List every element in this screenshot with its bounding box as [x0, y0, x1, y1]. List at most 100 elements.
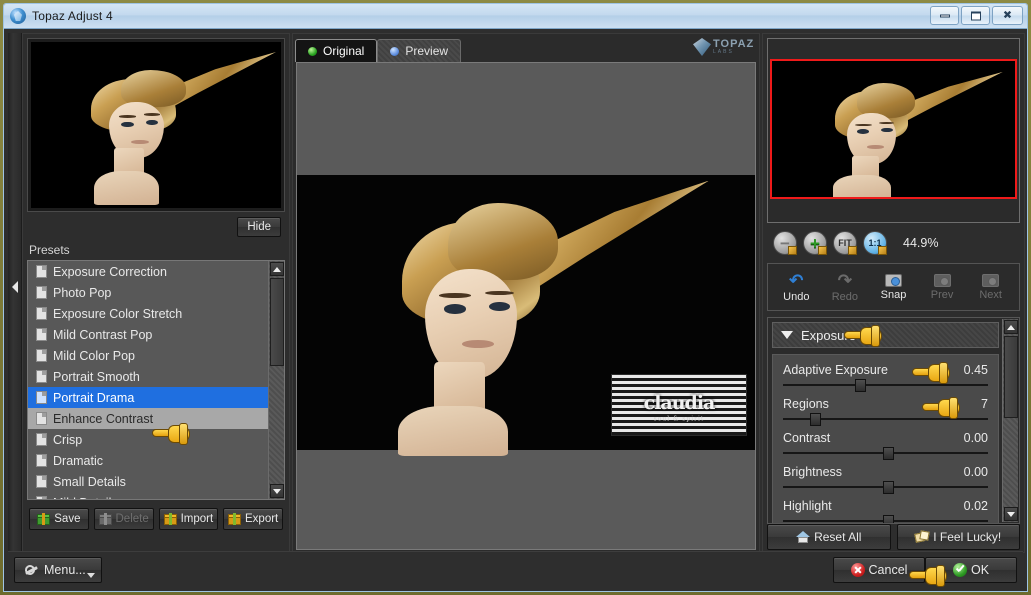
- slider-value: 0.00: [963, 465, 988, 479]
- snap-button[interactable]: Snap: [871, 273, 915, 301]
- slider-value: 0.02: [963, 499, 988, 513]
- next-button: Next: [969, 273, 1013, 301]
- preset-label: Small Details: [53, 474, 126, 489]
- ok-button[interactable]: OK: [925, 556, 1017, 583]
- topaz-diamond-icon: [693, 38, 711, 56]
- preset-list-item[interactable]: Dramatic: [28, 450, 268, 471]
- preset-list-item[interactable]: Photo Pop: [28, 282, 268, 303]
- tab-original-label: Original: [323, 44, 365, 58]
- exposure-section-header[interactable]: Exposure: [772, 322, 999, 348]
- house-icon: [796, 531, 811, 543]
- export-gift-icon: [228, 513, 241, 525]
- cancel-x-icon: [850, 562, 865, 577]
- preset-label: Portrait Smooth: [53, 369, 140, 384]
- preset-list-item[interactable]: Enhance Contrast: [28, 408, 268, 429]
- slider-track[interactable]: [783, 447, 988, 460]
- zoom-out-button[interactable]: −: [773, 231, 797, 255]
- zoom-in-button[interactable]: +: [803, 231, 827, 255]
- slider-row: Highlight 0.02: [783, 499, 988, 523]
- slider-handle[interactable]: [809, 413, 821, 426]
- navigator-image[interactable]: [770, 59, 1017, 199]
- close-button[interactable]: ✖: [992, 6, 1023, 25]
- export-preset-button[interactable]: Export: [223, 508, 283, 530]
- slider-value: 7: [981, 397, 988, 411]
- reset-all-button[interactable]: Reset All: [767, 524, 891, 550]
- import-preset-button[interactable]: Import: [158, 508, 219, 530]
- presets-scrollbar[interactable]: [268, 261, 284, 499]
- slider-track[interactable]: [783, 413, 988, 426]
- watermark-name: claudia: [643, 391, 716, 414]
- slider-row: Contrast 0.00: [783, 431, 988, 460]
- slider-track[interactable]: [783, 379, 988, 392]
- import-gift-icon: [163, 513, 177, 525]
- minimize-button[interactable]: [930, 6, 959, 25]
- collapse-left-arrow-icon[interactable]: [12, 281, 18, 293]
- parameters-panel: Exposure Adaptive Exposure 0.45 Regions 7 Co…: [767, 317, 1020, 524]
- preset-file-icon: [36, 349, 47, 362]
- hide-button[interactable]: Hide: [237, 217, 281, 237]
- save-preset-button[interactable]: Save: [29, 508, 89, 530]
- undo-button[interactable]: ↶ Undo: [774, 272, 818, 303]
- presets-scroll-thumb[interactable]: [270, 278, 284, 366]
- i-feel-lucky-button[interactable]: I Feel Lucky!: [896, 524, 1020, 550]
- preset-list-item[interactable]: Exposure Correction: [28, 261, 268, 282]
- cancel-label: Cancel: [868, 562, 908, 577]
- slider-handle[interactable]: [883, 515, 895, 523]
- exposure-section-title: Exposure: [801, 327, 856, 343]
- preset-list-item[interactable]: Mild Color Pop: [28, 345, 268, 366]
- preset-file-icon: [36, 475, 47, 488]
- left-panel-collapse-strip[interactable]: [8, 33, 22, 553]
- title-bar: Topaz Adjust 4 ✖: [4, 4, 1027, 29]
- zoom-one-to-one-button[interactable]: 1:1: [863, 231, 887, 255]
- slider-handle[interactable]: [883, 447, 895, 460]
- tab-original[interactable]: Original: [295, 39, 378, 62]
- presets-list-items: Exposure Correction Photo Pop Exposure Col…: [28, 261, 268, 499]
- delete-preset-button: Delete: [93, 508, 154, 530]
- parameters-scroll-up-button[interactable]: [1004, 320, 1018, 334]
- preset-list-item[interactable]: Portrait Smooth: [28, 366, 268, 387]
- navigator-panel[interactable]: [767, 38, 1020, 223]
- preset-list-item[interactable]: Crisp: [28, 429, 268, 450]
- parameters-scrollbar[interactable]: [1002, 319, 1018, 522]
- center-panel: Original Preview TOPAZ LABS claudia soul…: [292, 33, 760, 553]
- parameters-scroll-thumb[interactable]: [1004, 336, 1018, 418]
- preset-file-icon: [36, 328, 47, 341]
- dice-icon: [914, 529, 930, 544]
- preset-list-item[interactable]: Mild Contrast Pop: [28, 324, 268, 345]
- presets-list[interactable]: Exposure Correction Photo Pop Exposure Col…: [27, 260, 285, 500]
- slider-handle[interactable]: [883, 481, 895, 494]
- panels-container: Hide Presets Exposure Correction Photo Po…: [8, 33, 1025, 553]
- toolbar-button-label: Redo: [831, 290, 859, 303]
- slider-value: 0.45: [963, 363, 988, 377]
- slider-value: 0.00: [963, 431, 988, 445]
- menu-caret-icon: [87, 572, 95, 578]
- slider-handle[interactable]: [854, 379, 866, 392]
- watermark-sub: soul & spirit: [653, 415, 705, 423]
- preset-file-icon: [36, 433, 47, 446]
- slider-row: Brightness 0.00: [783, 465, 988, 494]
- presets-scroll-up-button[interactable]: [270, 262, 284, 276]
- zoom-fit-button[interactable]: FIT: [833, 231, 857, 255]
- preset-file-icon: [36, 412, 47, 425]
- presets-scroll-down-button[interactable]: [270, 484, 284, 498]
- preset-list-item[interactable]: Exposure Color Stretch: [28, 303, 268, 324]
- tab-preview[interactable]: Preview: [377, 39, 462, 62]
- slider-row: Adaptive Exposure 0.45: [783, 363, 988, 392]
- preset-button-label: Export: [245, 513, 279, 525]
- preset-button-label: Save: [54, 513, 81, 525]
- preset-list-item[interactable]: Portrait Drama: [28, 387, 268, 408]
- image-canvas[interactable]: claudia soul & spirit: [296, 62, 756, 550]
- save-gift-icon: [37, 513, 51, 525]
- topaz-brand-sub: LABS: [713, 49, 734, 55]
- maximize-button[interactable]: [961, 6, 990, 25]
- preset-list-item[interactable]: Mild Details: [28, 492, 268, 499]
- slider-track[interactable]: [783, 481, 988, 494]
- footer-actions: Cancel OK: [833, 556, 1017, 583]
- menu-button[interactable]: Menu...: [14, 556, 102, 583]
- slider-track[interactable]: [783, 515, 988, 523]
- preset-list-item[interactable]: Small Details: [28, 471, 268, 492]
- window-controls: ✖: [930, 6, 1023, 25]
- cancel-button[interactable]: Cancel: [833, 556, 925, 583]
- slider-label: Brightness: [783, 465, 843, 479]
- parameters-scroll-down-button[interactable]: [1004, 507, 1018, 521]
